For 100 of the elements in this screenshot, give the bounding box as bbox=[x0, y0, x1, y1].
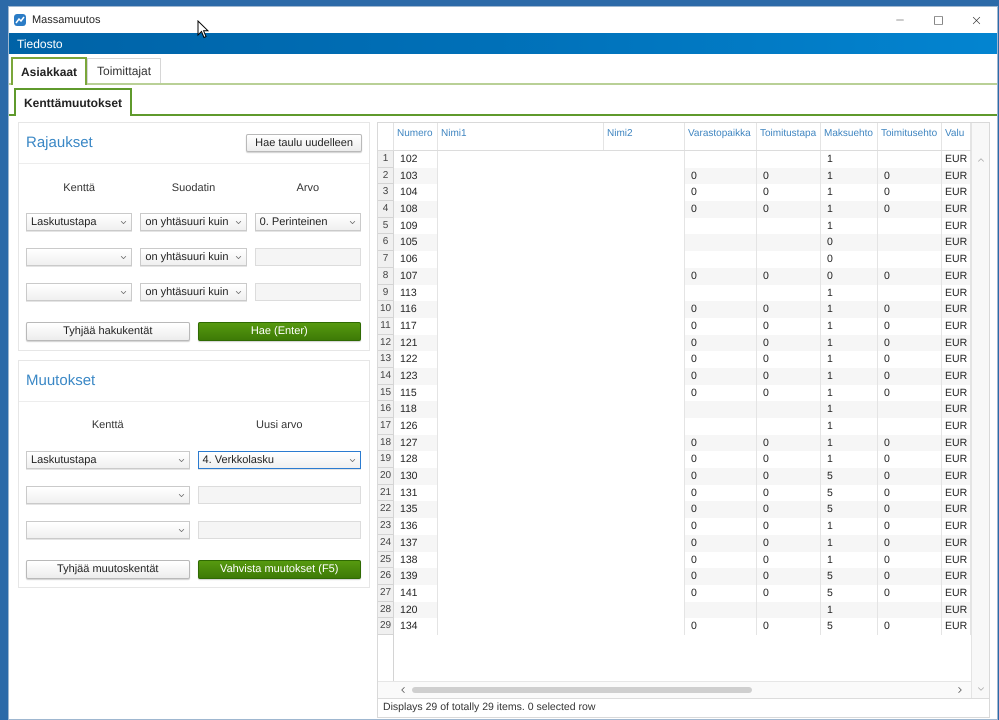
row-number-cell: 19 bbox=[378, 451, 394, 468]
tab[interactable]: Asiakkaat bbox=[11, 57, 88, 85]
row-number-cell: 13 bbox=[378, 351, 394, 368]
table-row[interactable]: 14 123 0 0 1 0 EUR bbox=[378, 368, 971, 385]
table-row[interactable]: 8 107 0 0 0 0 EUR bbox=[378, 268, 971, 284]
input-field[interactable] bbox=[198, 486, 361, 504]
dropdown[interactable]: 0. Perinteinen bbox=[254, 213, 361, 231]
table-row[interactable]: 4 108 0 0 1 0 EUR bbox=[378, 201, 971, 218]
submit-button[interactable]: Hae (Enter) bbox=[198, 322, 361, 341]
column-header[interactable]: Maksuehto bbox=[821, 123, 878, 150]
section-title: Rajaukset bbox=[26, 132, 93, 153]
table-row[interactable]: 18 127 0 0 1 0 EUR bbox=[378, 434, 971, 452]
column-label: Suodatin bbox=[172, 181, 216, 195]
table-row[interactable]: 22 135 0 0 5 0 EUR bbox=[378, 501, 971, 518]
row-number-cell: 24 bbox=[378, 534, 394, 552]
submit-button[interactable]: Vahvista muutokset (F5) bbox=[198, 560, 361, 579]
row-number-cell: 5 bbox=[378, 218, 394, 234]
table-row[interactable]: 17 126 1 EUR bbox=[378, 418, 971, 435]
table-row[interactable]: 7 106 0 EUR bbox=[378, 251, 971, 268]
dropdown[interactable]: on yhtäsuuri kuin bbox=[140, 283, 247, 301]
table-row[interactable]: 29 134 0 0 5 0 EUR bbox=[378, 618, 971, 635]
mouse-pointer-icon bbox=[197, 20, 209, 39]
column-header[interactable]: Toimitustapa bbox=[757, 123, 821, 150]
row-number-cell: 23 bbox=[378, 518, 394, 535]
column-label: Arvo bbox=[296, 181, 320, 195]
table-row[interactable]: 2 103 0 0 1 0 EUR bbox=[378, 168, 971, 184]
table-cell: 0 bbox=[878, 618, 942, 635]
column-header[interactable]: Numero bbox=[394, 123, 438, 150]
row-number-cell: 21 bbox=[378, 484, 394, 502]
table-row[interactable]: 23 136 0 0 1 0 EUR bbox=[378, 518, 971, 535]
column-header[interactable]: Nimi2 bbox=[604, 123, 685, 150]
dropdown[interactable] bbox=[26, 486, 190, 504]
input-field[interactable] bbox=[198, 521, 361, 539]
table-row[interactable]: 28 120 1 EUR bbox=[378, 602, 971, 618]
row-number-cell: 6 bbox=[378, 234, 394, 252]
table-row[interactable]: 1 102 1 EUR bbox=[378, 151, 971, 168]
table-cell: 5 bbox=[821, 618, 878, 635]
vertical-scrollbar[interactable] bbox=[971, 123, 989, 698]
table-row[interactable]: 25 138 0 0 1 0 EUR bbox=[378, 552, 971, 568]
row-number-cell: 4 bbox=[378, 201, 394, 218]
section-title: Muutokset bbox=[26, 370, 96, 391]
dropdown[interactable] bbox=[26, 248, 132, 266]
column-label: Kenttä bbox=[63, 181, 96, 195]
tab[interactable]: Kenttämuutokset bbox=[14, 88, 132, 116]
table-row[interactable]: 26 139 0 0 5 0 EUR bbox=[378, 568, 971, 585]
column-header[interactable]: Varastopaikka bbox=[685, 123, 757, 150]
dropdown[interactable]: on yhtäsuuri kuin bbox=[140, 213, 247, 231]
table-row[interactable]: 12 121 0 0 1 0 EUR bbox=[378, 334, 971, 352]
row-number-cell: 10 bbox=[378, 301, 394, 318]
column-header[interactable]: Nimi1 bbox=[438, 123, 604, 150]
clear-button[interactable]: Tyhjää muutoskentät bbox=[26, 560, 190, 579]
table-row[interactable]: 24 137 0 0 1 0 EUR bbox=[378, 534, 971, 552]
table-row[interactable]: 27 141 0 0 5 0 EUR bbox=[378, 584, 971, 602]
row-number-cell: 1 bbox=[378, 151, 394, 168]
row-number-cell: 17 bbox=[378, 418, 394, 435]
row-number-cell: 9 bbox=[378, 284, 394, 302]
dropdown[interactable]: Laskutustapa bbox=[26, 213, 132, 231]
column-header[interactable]: Toimitusehto bbox=[878, 123, 942, 150]
input-field[interactable] bbox=[254, 248, 361, 266]
row-number-cell: 11 bbox=[378, 318, 394, 335]
dropdown[interactable] bbox=[26, 283, 132, 301]
table-row[interactable]: 15 115 0 0 1 0 EUR bbox=[378, 384, 971, 402]
row-number-cell: 18 bbox=[378, 434, 394, 452]
horizontal-scrollbar[interactable] bbox=[378, 681, 971, 698]
status-text: Displays 29 of totally 29 items. 0 selected row bbox=[383, 700, 596, 716]
row-number-cell: 26 bbox=[378, 568, 394, 585]
reload-button[interactable]: Hae taulu uudelleen bbox=[246, 134, 362, 152]
row-number-cell: 29 bbox=[378, 618, 394, 635]
row-number-cell: 20 bbox=[378, 468, 394, 485]
tab[interactable]: Toimittajat bbox=[87, 58, 162, 83]
row-number-cell: 16 bbox=[378, 401, 394, 418]
table-row[interactable]: 6 105 0 EUR bbox=[378, 234, 971, 252]
table-row[interactable]: 11 117 0 0 1 0 EUR bbox=[378, 318, 971, 335]
table-row[interactable]: 3 104 0 0 1 0 EUR bbox=[378, 184, 971, 202]
table-row[interactable]: 19 128 0 0 1 0 EUR bbox=[378, 451, 971, 468]
input-field[interactable] bbox=[254, 283, 361, 301]
dropdown[interactable]: Laskutustapa bbox=[26, 451, 190, 469]
row-number-cell: 28 bbox=[378, 602, 394, 618]
scrollbar-thumb[interactable] bbox=[412, 687, 752, 693]
maximize-icon bbox=[932, 14, 944, 26]
menu-item[interactable]: Tiedosto bbox=[12, 34, 68, 52]
dropdown[interactable] bbox=[26, 521, 190, 539]
row-number-cell: 2 bbox=[378, 168, 394, 184]
table-cell: 0 bbox=[685, 618, 757, 635]
row-number-cell: 3 bbox=[378, 184, 394, 202]
dropdown[interactable]: 4. Verkkolasku bbox=[198, 451, 361, 469]
table-row[interactable]: 21 131 0 0 5 0 EUR bbox=[378, 484, 971, 502]
row-number-cell: 27 bbox=[378, 584, 394, 602]
table-row[interactable]: 9 113 1 EUR bbox=[378, 284, 971, 302]
row-number-cell: 7 bbox=[378, 251, 394, 268]
clear-button[interactable]: Tyhjää hakukentät bbox=[26, 322, 190, 341]
row-number-cell: 8 bbox=[378, 268, 394, 284]
table-row[interactable]: 16 118 1 EUR bbox=[378, 401, 971, 418]
row-number-cell: 22 bbox=[378, 501, 394, 518]
table-row[interactable]: 10 116 0 0 1 0 EUR bbox=[378, 301, 971, 318]
table-row[interactable]: 5 109 1 EUR bbox=[378, 218, 971, 234]
table-row[interactable]: 13 122 0 0 1 0 EUR bbox=[378, 351, 971, 368]
dropdown[interactable]: on yhtäsuuri kuin bbox=[140, 248, 247, 266]
window-title: Massamuutos bbox=[32, 12, 100, 28]
table-row[interactable]: 20 130 0 0 5 0 EUR bbox=[378, 468, 971, 485]
